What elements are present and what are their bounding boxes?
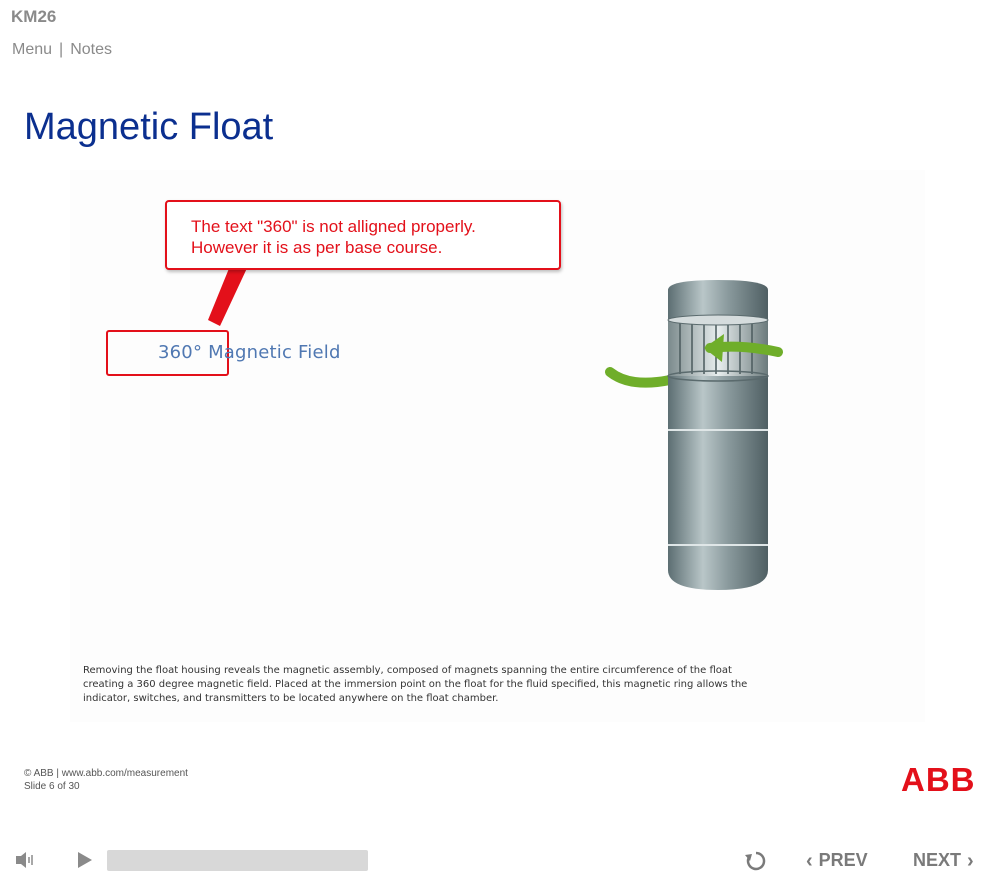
caption-line: indicator, switches, and transmitters to… — [83, 693, 499, 704]
next-button[interactable]: NEXT › — [913, 850, 980, 871]
chevron-right-icon: › — [967, 849, 974, 872]
slide-title: Magnetic Float — [24, 106, 274, 148]
footer-info: © ABB | www.abb.com/measurement Slide 6 … — [24, 767, 188, 793]
volume-icon — [16, 852, 33, 868]
review-callout: The text "360" is not alligned properly.… — [165, 200, 561, 270]
callout-line-1: The text "360" is not alligned properly. — [191, 217, 476, 236]
magnetic-float-illustration — [605, 280, 783, 590]
volume-button[interactable] — [14, 849, 36, 876]
next-label: NEXT — [913, 850, 962, 870]
replay-icon — [745, 851, 766, 871]
callout-line-2: However it is as per base course. — [191, 238, 443, 257]
magnetic-field-label: 360° Magnetic Field — [158, 342, 341, 363]
slide-stage: The text "360" is not alligned properly.… — [70, 170, 925, 722]
slide-counter: Slide 6 of 30 — [24, 781, 80, 792]
player-controls: ‹ PREV NEXT › — [0, 840, 991, 884]
play-icon — [78, 852, 92, 868]
abb-logo: ABB — [901, 761, 976, 798]
copyright-text: © ABB | www.abb.com/measurement — [24, 768, 188, 779]
caption-line: creating a 360 degree magnetic field. Pl… — [83, 679, 748, 690]
course-title: KM26 — [11, 7, 57, 26]
notes-link[interactable]: Notes — [70, 41, 112, 59]
progress-bar[interactable] — [107, 850, 368, 871]
replay-button[interactable] — [744, 849, 768, 878]
nav-separator: | — [59, 41, 64, 58]
caption-line: Removing the float housing reveals the m… — [83, 665, 732, 676]
top-navigation: Menu | Notes — [12, 41, 112, 59]
slide-caption: Removing the float housing reveals the m… — [83, 664, 803, 706]
prev-label: PREV — [818, 850, 868, 870]
prev-button[interactable]: ‹ PREV — [800, 850, 868, 871]
chevron-left-icon: ‹ — [806, 849, 813, 872]
play-button[interactable] — [76, 851, 94, 874]
menu-link[interactable]: Menu — [12, 41, 52, 59]
